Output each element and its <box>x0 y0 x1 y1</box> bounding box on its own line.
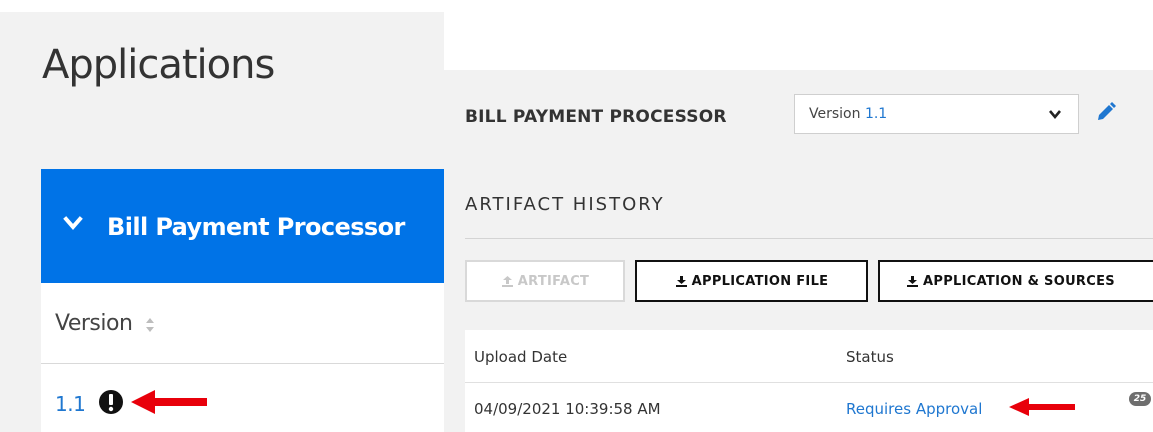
version-column-header[interactable]: Version <box>41 283 444 364</box>
upload-icon <box>501 275 513 287</box>
arrow-icon <box>1009 398 1075 416</box>
download-application-file-label: APPLICATION FILE <box>691 273 829 289</box>
version-row: 1.1 <box>41 364 444 432</box>
table-header: Upload Date Status <box>465 330 1153 383</box>
upload-date-cell: 04/09/2021 10:39:58 AM <box>474 400 661 418</box>
upload-artifact-button[interactable]: ARTIFACT <box>465 260 625 302</box>
section-title: ARTIFACT HISTORY <box>465 194 665 215</box>
version-select-value: Version 1.1 <box>809 106 887 122</box>
version-select[interactable]: Version 1.1 <box>794 94 1079 134</box>
download-application-file-button[interactable]: APPLICATION FILE <box>635 260 868 302</box>
version-select-prefix: Version <box>809 106 861 122</box>
download-icon <box>675 275 687 287</box>
alert-icon <box>99 390 123 414</box>
chevron-down-icon[interactable] <box>1048 107 1062 121</box>
arrow-icon <box>131 390 207 414</box>
page-title: Applications <box>42 42 275 88</box>
status-link[interactable]: Requires Approval <box>846 400 982 418</box>
pencil-icon[interactable] <box>1096 102 1116 122</box>
application-name: Bill Payment Processor <box>107 213 405 241</box>
sort-icon[interactable] <box>145 317 155 333</box>
status-header[interactable]: Status <box>846 348 894 366</box>
download-icon <box>907 275 918 287</box>
application-title: BILL PAYMENT PROCESSOR <box>465 107 727 127</box>
upload-date-header[interactable]: Upload Date <box>474 348 567 366</box>
upload-artifact-label: ARTIFACT <box>517 273 590 289</box>
artifact-history-table: Upload Date Status 04/09/2021 10:39:58 A… <box>465 330 1153 432</box>
divider <box>465 238 1153 239</box>
version-link[interactable]: 1.1 <box>55 392 86 416</box>
application-detail-panel: BILL PAYMENT PROCESSOR Version 1.1 ARTIF… <box>444 70 1153 432</box>
version-column-label: Version <box>55 311 133 336</box>
count-badge: 25 <box>1129 392 1151 406</box>
version-select-number: 1.1 <box>864 106 888 122</box>
download-application-sources-button[interactable]: APPLICATION & SOURCES <box>878 260 1153 302</box>
chevron-down-icon[interactable] <box>63 209 83 239</box>
application-group-header[interactable]: Bill Payment Processor <box>41 169 444 283</box>
download-application-sources-label: APPLICATION & SOURCES <box>923 273 1115 289</box>
